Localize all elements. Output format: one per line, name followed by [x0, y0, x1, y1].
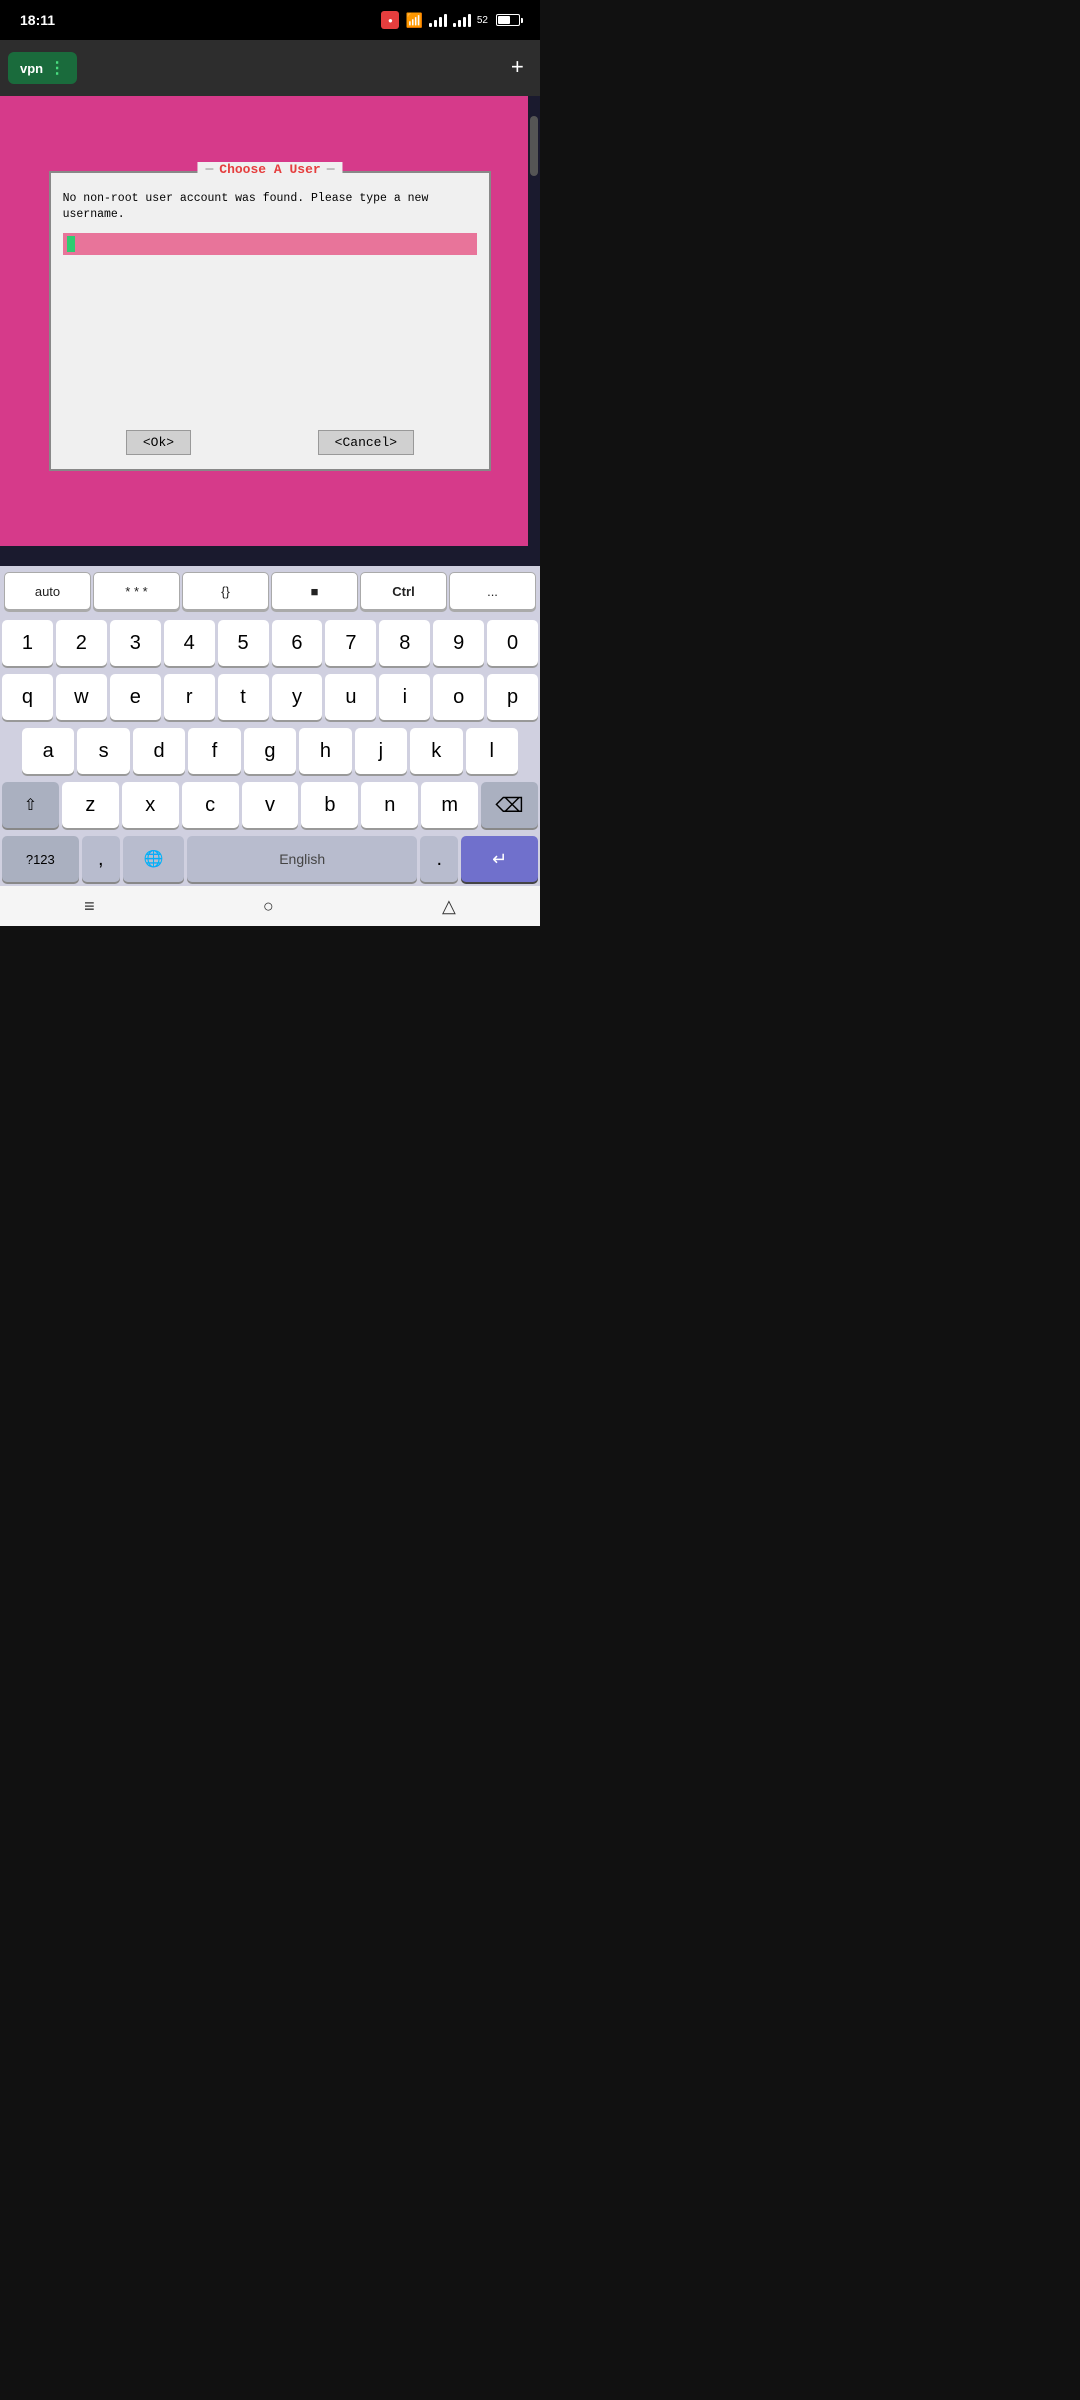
dialog-spacer [51, 271, 490, 421]
key-b[interactable]: b [301, 782, 358, 828]
bottom-row: ?123 , 🌐 English . ↵ [0, 832, 540, 886]
signal1-icon [429, 14, 447, 27]
black-square-button[interactable]: ■ [271, 572, 358, 610]
title-dash-right: ─ [327, 162, 335, 177]
terminal-area: ─ Choose A User ─ No non-root user accou… [0, 96, 540, 546]
key-m[interactable]: m [421, 782, 478, 828]
dialog-message: No non-root user account was found. Plea… [63, 191, 478, 223]
tab-menu-icon[interactable]: ⋮ [49, 58, 65, 78]
key-v[interactable]: v [242, 782, 299, 828]
nav-back-button[interactable]: △ [442, 896, 456, 917]
key-r[interactable]: r [164, 674, 215, 720]
key-l[interactable]: l [466, 728, 518, 774]
key-5[interactable]: 5 [218, 620, 269, 666]
browser-tab[interactable]: vpn ⋮ [8, 52, 77, 84]
number-row: 1 2 3 4 5 6 7 8 9 0 [0, 616, 540, 670]
dialog-content: No non-root user account was found. Plea… [51, 173, 490, 271]
dialog-buttons: <Ok> <Cancel> [51, 421, 490, 469]
bottom-strip [0, 546, 540, 566]
shift-key[interactable]: ⇧ [2, 782, 59, 828]
key-9[interactable]: 9 [433, 620, 484, 666]
key-y[interactable]: y [272, 674, 323, 720]
key-n[interactable]: n [361, 782, 418, 828]
key-z[interactable]: z [62, 782, 119, 828]
key-1[interactable]: 1 [2, 620, 53, 666]
nfc-icon: 📶 [405, 12, 422, 29]
terminal-scrollbar[interactable] [528, 96, 540, 546]
space-key[interactable]: English [187, 836, 417, 882]
battery-text: 52 [477, 15, 488, 26]
globe-key[interactable]: 🌐 [123, 836, 184, 882]
input-cursor [67, 236, 75, 252]
nav-bar: ≡ ○ △ [0, 886, 540, 926]
key-a[interactable]: a [22, 728, 74, 774]
nav-menu-button[interactable]: ≡ [84, 896, 95, 917]
key-i[interactable]: i [379, 674, 430, 720]
key-x[interactable]: x [122, 782, 179, 828]
key-s[interactable]: s [77, 728, 129, 774]
status-bar: 18:11 ● 📶 52 [0, 0, 540, 40]
scrollbar-thumb [530, 116, 538, 176]
password-button[interactable]: * * * [93, 572, 180, 610]
battery-icon [496, 14, 520, 26]
key-h[interactable]: h [299, 728, 351, 774]
key-t[interactable]: t [218, 674, 269, 720]
key-2[interactable]: 2 [56, 620, 107, 666]
choose-user-dialog: ─ Choose A User ─ No non-root user accou… [49, 171, 492, 471]
delete-key[interactable]: ⌫ [481, 782, 538, 828]
key-e[interactable]: e [110, 674, 161, 720]
key-6[interactable]: 6 [272, 620, 323, 666]
keyboard-toolbar: auto * * * {} ■ Ctrl ... [0, 566, 540, 616]
dialog-title: Choose A User [219, 162, 320, 177]
qwerty-row: q w e r t y u i o p [0, 670, 540, 724]
cancel-button[interactable]: <Cancel> [318, 430, 414, 455]
key-7[interactable]: 7 [325, 620, 376, 666]
key-k[interactable]: k [410, 728, 462, 774]
key-p[interactable]: p [487, 674, 538, 720]
status-icons: ● 📶 52 [381, 11, 520, 29]
recording-icon: ● [381, 11, 399, 29]
key-g[interactable]: g [244, 728, 296, 774]
signal2-icon [453, 14, 471, 27]
enter-key[interactable]: ↵ [461, 836, 538, 882]
title-dash-left: ─ [205, 162, 213, 177]
key-8[interactable]: 8 [379, 620, 430, 666]
dialog-title-bar: ─ Choose A User ─ [197, 162, 342, 177]
browser-bar: vpn ⋮ + [0, 40, 540, 96]
ok-button[interactable]: <Ok> [126, 430, 191, 455]
comma-key[interactable]: , [82, 836, 120, 882]
key-d[interactable]: d [133, 728, 185, 774]
new-tab-button[interactable]: + [503, 52, 532, 85]
key-j[interactable]: j [355, 728, 407, 774]
asdf-row: a s d f g h j k l [0, 724, 540, 778]
more-button[interactable]: ... [449, 572, 536, 610]
key-f[interactable]: f [188, 728, 240, 774]
key-c[interactable]: c [182, 782, 239, 828]
nav-home-button[interactable]: ○ [263, 896, 274, 917]
key-w[interactable]: w [56, 674, 107, 720]
ctrl-button[interactable]: Ctrl [360, 572, 447, 610]
key-u[interactable]: u [325, 674, 376, 720]
period-key[interactable]: . [420, 836, 458, 882]
status-time: 18:11 [20, 12, 55, 28]
numsym-key[interactable]: ?123 [2, 836, 79, 882]
auto-button[interactable]: auto [4, 572, 91, 610]
key-o[interactable]: o [433, 674, 484, 720]
username-input[interactable] [63, 233, 478, 255]
key-3[interactable]: 3 [110, 620, 161, 666]
key-0[interactable]: 0 [487, 620, 538, 666]
key-4[interactable]: 4 [164, 620, 215, 666]
tab-label: vpn [20, 61, 43, 76]
key-q[interactable]: q [2, 674, 53, 720]
braces-button[interactable]: {} [182, 572, 269, 610]
zxcv-row: ⇧ z x c v b n m ⌫ [0, 778, 540, 832]
